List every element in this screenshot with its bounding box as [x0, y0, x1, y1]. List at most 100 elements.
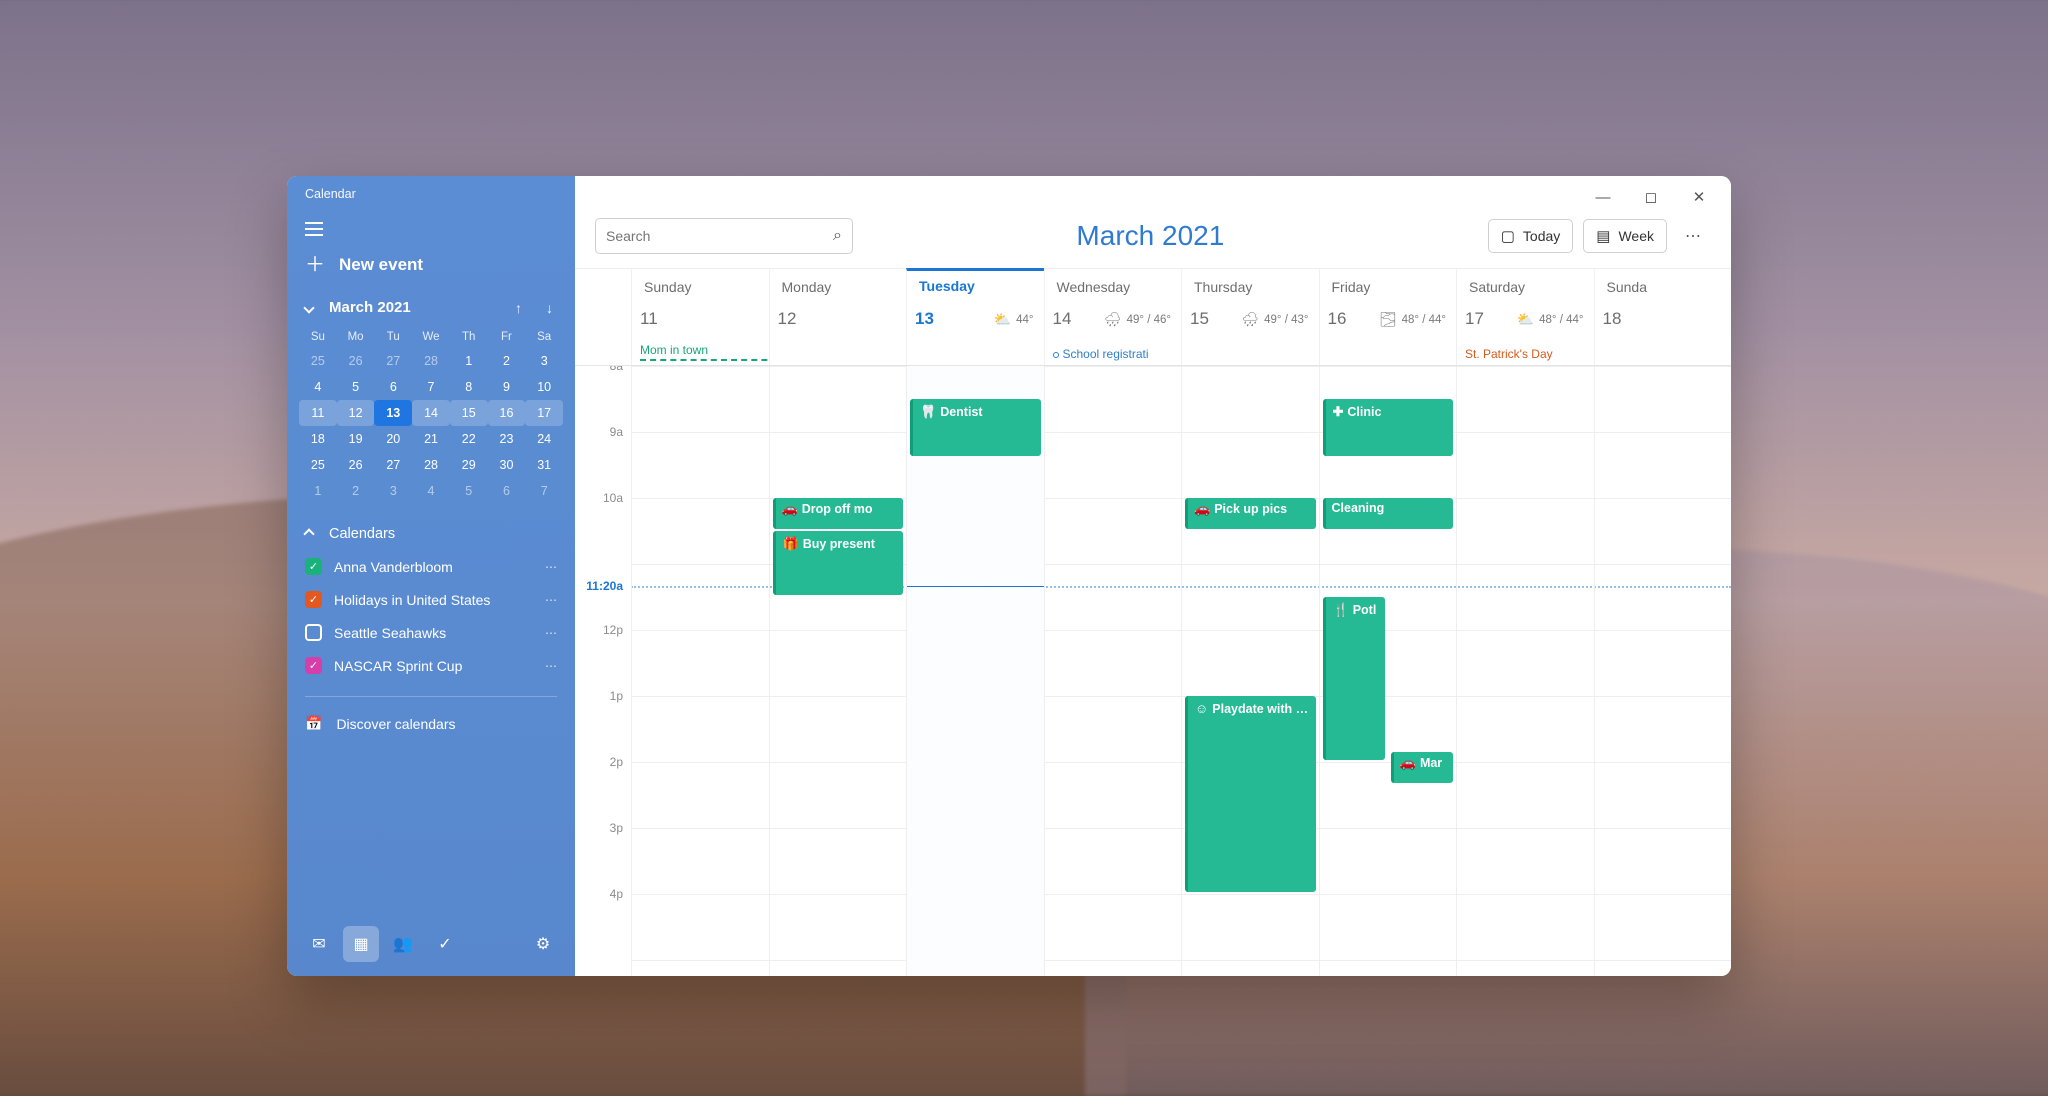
mini-cal-day[interactable]: 3: [374, 478, 412, 504]
mini-cal-day[interactable]: 5: [450, 478, 488, 504]
mini-cal-day[interactable]: 1: [299, 478, 337, 504]
maximize-button[interactable]: ◻: [1629, 180, 1673, 214]
day-column[interactable]: [631, 366, 769, 976]
mini-cal-day[interactable]: 26: [337, 348, 375, 374]
day-header[interactable]: Sunda: [1594, 269, 1732, 305]
todo-app-button[interactable]: ✓: [427, 926, 463, 962]
mini-cal-day[interactable]: 4: [412, 478, 450, 504]
mini-cal-day[interactable]: 27: [374, 452, 412, 478]
mini-cal-day[interactable]: 3: [525, 348, 563, 374]
day-header[interactable]: Thursday: [1181, 269, 1319, 305]
hamburger-button[interactable]: [287, 213, 575, 245]
calendar-event[interactable]: Cleaning: [1323, 498, 1454, 529]
mini-cal-day[interactable]: 18: [299, 426, 337, 452]
mini-cal-day[interactable]: 19: [337, 426, 375, 452]
people-app-button[interactable]: 👥: [385, 926, 421, 962]
mini-cal-day[interactable]: 30: [488, 452, 526, 478]
calendar-event[interactable]: 🚗Mar: [1391, 752, 1453, 783]
mini-cal-day[interactable]: 28: [412, 348, 450, 374]
calendar-checkbox[interactable]: ✓: [305, 657, 322, 674]
mini-cal-day[interactable]: 13: [374, 400, 412, 426]
calendar-more-button[interactable]: ⋯: [545, 659, 559, 673]
date-cell[interactable]: 16🌫48° / 44°: [1319, 305, 1457, 365]
mini-cal-day[interactable]: 5: [337, 374, 375, 400]
mini-cal-day[interactable]: 14: [412, 400, 450, 426]
day-header[interactable]: Tuesday: [906, 268, 1044, 305]
mini-cal-day[interactable]: 11: [299, 400, 337, 426]
mini-calendar-header[interactable]: March 2021 ↑ ↓: [287, 293, 575, 324]
all-day-event[interactable]: Mom in town: [640, 343, 769, 361]
calendar-more-button[interactable]: ⋯: [545, 593, 559, 607]
calendar-event[interactable]: ☺Playdate with Brandon: [1185, 696, 1316, 892]
calendar-checkbox[interactable]: [305, 624, 322, 641]
calendar-item[interactable]: Seattle Seahawks⋯: [297, 616, 565, 649]
calendar-event[interactable]: 🎁Buy present: [773, 531, 904, 595]
mini-cal-day[interactable]: 10: [525, 374, 563, 400]
mini-cal-day[interactable]: 4: [299, 374, 337, 400]
mini-cal-day[interactable]: 17: [525, 400, 563, 426]
date-cell[interactable]: 15🌧49° / 43°: [1181, 305, 1319, 365]
date-cell[interactable]: 17⛅48° / 44°St. Patrick's Day: [1456, 305, 1594, 365]
mini-cal-day[interactable]: 20: [374, 426, 412, 452]
calendar-more-button[interactable]: ⋯: [545, 560, 559, 574]
all-day-event[interactable]: School registrati: [1053, 347, 1174, 361]
date-cell[interactable]: 14🌧49° / 46°School registrati: [1044, 305, 1182, 365]
mini-cal-day[interactable]: 24: [525, 426, 563, 452]
discover-calendars-button[interactable]: 📅 Discover calendars: [287, 707, 575, 740]
mini-cal-day[interactable]: 8: [450, 374, 488, 400]
mini-cal-day[interactable]: 27: [374, 348, 412, 374]
new-event-button[interactable]: ＋ New event: [287, 245, 575, 293]
date-cell[interactable]: 12: [769, 305, 907, 365]
day-header[interactable]: Monday: [769, 269, 907, 305]
mini-cal-day[interactable]: 22: [450, 426, 488, 452]
day-column[interactable]: 🚗Drop off mo🎁Buy present: [769, 366, 907, 976]
search-box[interactable]: ⌕: [595, 218, 853, 254]
month-prev-button[interactable]: ↑: [511, 300, 526, 316]
day-column[interactable]: [1594, 366, 1732, 976]
calendar-item[interactable]: ✓NASCAR Sprint Cup⋯: [297, 649, 565, 682]
calendars-section-header[interactable]: Calendars: [287, 514, 575, 550]
mini-cal-day[interactable]: 28: [412, 452, 450, 478]
calendar-item[interactable]: ✓Holidays in United States⋯: [297, 583, 565, 616]
date-cell[interactable]: 11Mom in town: [631, 305, 769, 365]
mini-cal-day[interactable]: 31: [525, 452, 563, 478]
mini-cal-day[interactable]: 2: [337, 478, 375, 504]
mail-app-button[interactable]: ✉: [301, 926, 337, 962]
mini-cal-day[interactable]: 15: [450, 400, 488, 426]
mini-cal-day[interactable]: 25: [299, 348, 337, 374]
view-selector-button[interactable]: ▤ Week: [1583, 219, 1667, 253]
calendar-app-button[interactable]: ▦: [343, 926, 379, 962]
today-button[interactable]: ▢ Today: [1488, 219, 1574, 253]
calendar-event[interactable]: 🚗Drop off mo: [773, 498, 904, 529]
calendar-event[interactable]: 🍴Potl: [1323, 597, 1385, 760]
day-column[interactable]: 🚗Pick up pics ☺Playdate with Brandon: [1181, 366, 1319, 976]
mini-cal-day[interactable]: 21: [412, 426, 450, 452]
toolbar-more-button[interactable]: ⋯: [1677, 226, 1711, 246]
calendar-event[interactable]: 🦷Dentist: [910, 399, 1041, 456]
calendar-checkbox[interactable]: ✓: [305, 591, 322, 608]
mini-cal-day[interactable]: 6: [374, 374, 412, 400]
week-grid[interactable]: 8a9a10a12p1p2p3p4p11:20a 🚗Drop off mo🎁Bu…: [575, 366, 1731, 976]
calendar-item[interactable]: ✓Anna Vanderbloom⋯: [297, 550, 565, 583]
calendar-event[interactable]: ✚Clinic: [1323, 399, 1454, 456]
mini-cal-day[interactable]: 2: [488, 348, 526, 374]
day-header[interactable]: Friday: [1319, 269, 1457, 305]
mini-cal-day[interactable]: 23: [488, 426, 526, 452]
day-column[interactable]: 🦷Dentist: [906, 366, 1044, 976]
mini-cal-day[interactable]: 1: [450, 348, 488, 374]
mini-cal-day[interactable]: 6: [488, 478, 526, 504]
mini-cal-day[interactable]: 25: [299, 452, 337, 478]
month-next-button[interactable]: ↓: [542, 300, 557, 316]
date-cell[interactable]: 18: [1594, 305, 1732, 365]
day-header[interactable]: Wednesday: [1044, 269, 1182, 305]
all-day-event[interactable]: St. Patrick's Day: [1465, 347, 1586, 361]
mini-cal-day[interactable]: 26: [337, 452, 375, 478]
mini-cal-day[interactable]: 16: [488, 400, 526, 426]
calendar-more-button[interactable]: ⋯: [545, 626, 559, 640]
close-button[interactable]: ✕: [1677, 180, 1721, 214]
calendar-event[interactable]: 🚗Pick up pics: [1185, 498, 1316, 529]
day-header[interactable]: Saturday: [1456, 269, 1594, 305]
search-input[interactable]: [606, 228, 833, 244]
mini-cal-day[interactable]: 12: [337, 400, 375, 426]
day-column[interactable]: [1456, 366, 1594, 976]
